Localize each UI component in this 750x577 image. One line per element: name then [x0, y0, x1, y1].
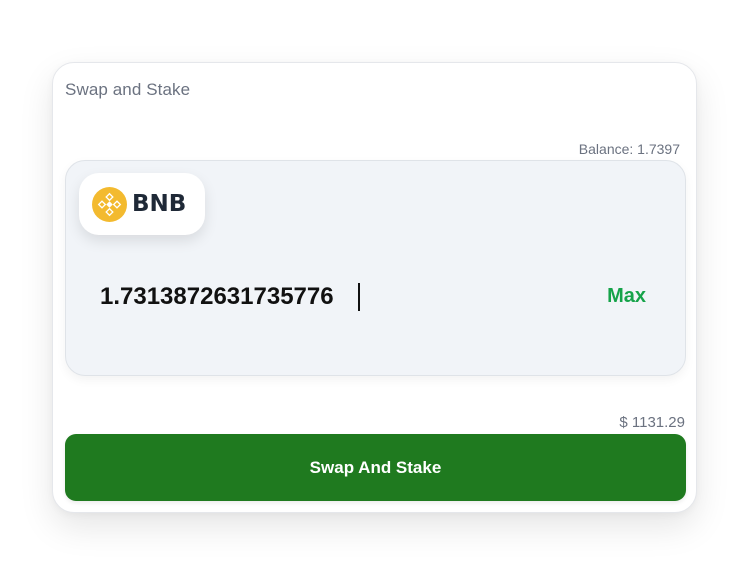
swap-stake-card: Swap and Stake Balance: 1.7397 BNB 1.731…	[52, 62, 697, 513]
amount-input-panel: BNB Max	[65, 160, 686, 376]
max-button[interactable]: Max	[607, 285, 646, 308]
card-title: Swap and Stake	[65, 80, 191, 99]
bnb-icon	[92, 186, 127, 222]
amount-input[interactable]	[100, 280, 520, 314]
token-selector[interactable]: BNB	[79, 173, 205, 235]
usd-value: $ 1131.29	[619, 414, 685, 431]
text-caret	[358, 283, 360, 311]
token-symbol: BNB	[132, 191, 187, 217]
balance-label: Balance: 1.7397	[578, 141, 680, 157]
swap-and-stake-button[interactable]: Swap And Stake	[65, 434, 686, 501]
